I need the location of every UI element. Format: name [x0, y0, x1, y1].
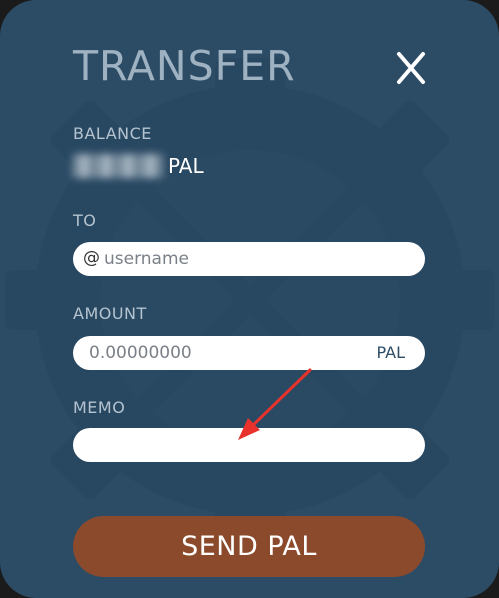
close-button[interactable] [393, 48, 429, 88]
to-field: @ [73, 242, 425, 276]
username-input[interactable] [73, 242, 425, 276]
balance-amount-redacted [73, 154, 163, 178]
amount-input[interactable] [73, 336, 425, 370]
memo-label: MEMO [73, 398, 126, 417]
dialog-title: TRANSFER [73, 42, 296, 90]
amount-label: AMOUNT [73, 304, 147, 323]
memo-field [73, 428, 425, 462]
transfer-dialog: TRANSFER BALANCE PAL TO @ AMOUNT PAL MEM… [0, 0, 499, 598]
amount-unit: PAL [376, 343, 405, 362]
to-label: TO [73, 211, 97, 230]
balance-unit: PAL [168, 154, 204, 178]
memo-input[interactable] [73, 428, 425, 462]
send-pal-button[interactable]: SEND PAL [73, 516, 425, 577]
close-icon [397, 52, 425, 84]
balance-label: BALANCE [73, 124, 152, 143]
amount-field: PAL [73, 336, 425, 370]
